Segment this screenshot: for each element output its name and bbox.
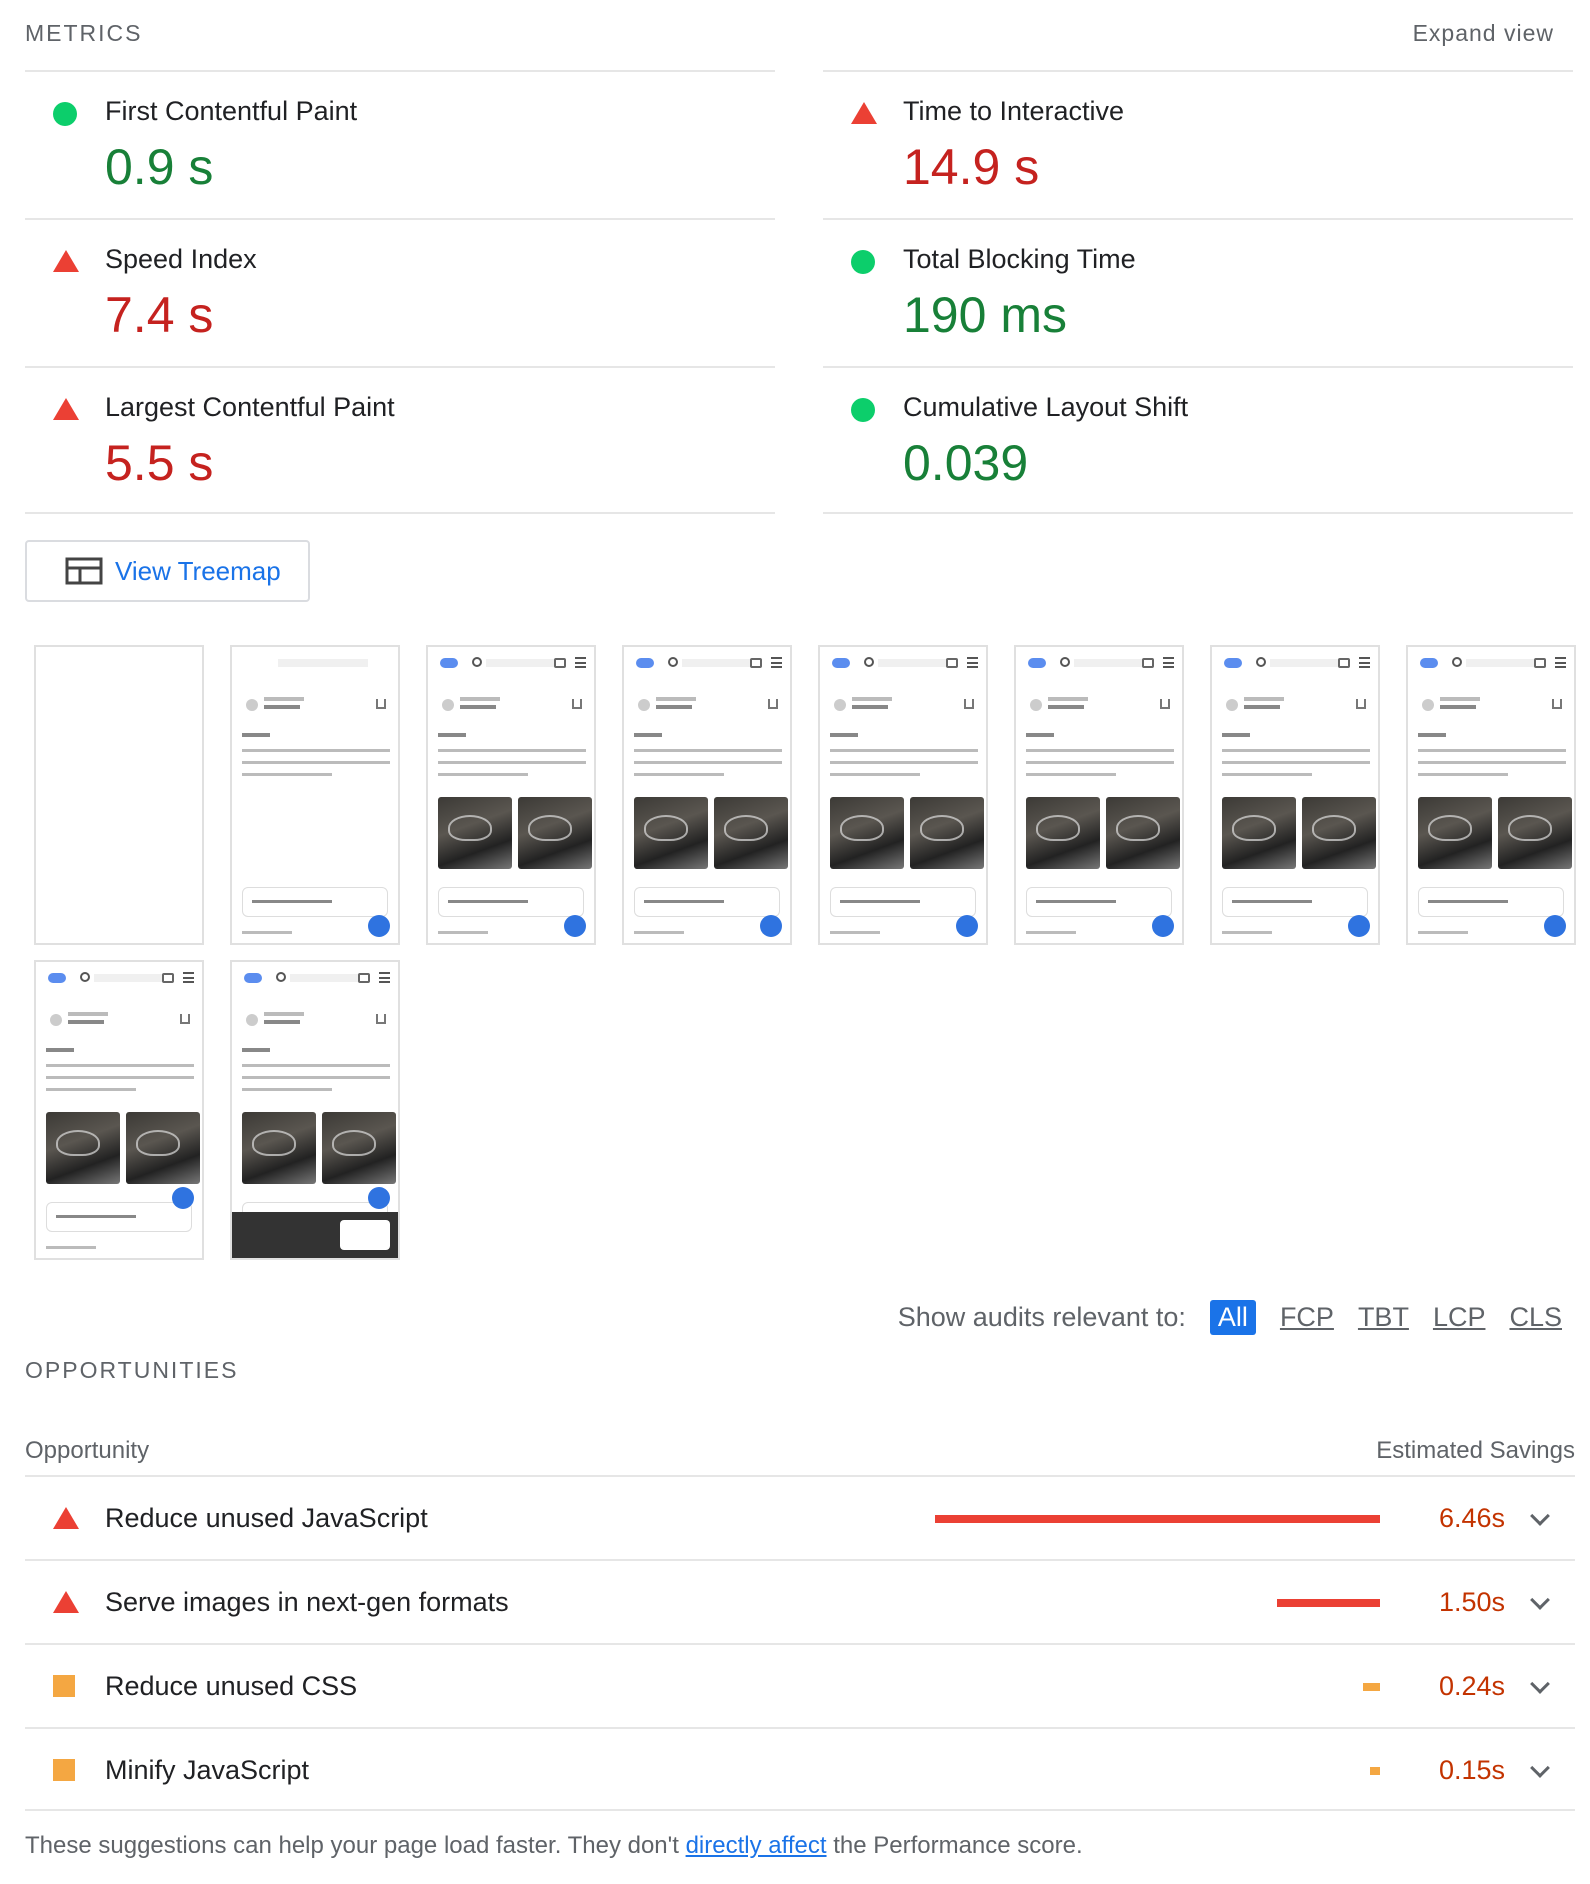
metric-total-blocking-time: Total Blocking Time 190 ms [823, 218, 1573, 366]
opportunity-savings: 6.46s [1438, 1503, 1505, 1533]
metric-largest-contentful-paint: Largest Contentful Paint 5.5 s [25, 366, 775, 514]
chevron-down-icon[interactable] [1530, 1758, 1550, 1778]
filmstrip-frame [34, 645, 204, 945]
filter-chip-lcp[interactable]: LCP [1433, 1302, 1486, 1333]
opportunity-reduce-unused-css[interactable]: Reduce unused CSS 0.24s [25, 1643, 1575, 1727]
opportunity-title: Reduce unused CSS [105, 1671, 358, 1701]
fail-triangle-icon [53, 1507, 79, 1529]
metric-title: Speed Index [105, 244, 257, 274]
metric-value: 0.9 s [105, 139, 214, 195]
metric-value: 0.039 [903, 435, 1029, 491]
metric-time-to-interactive: Time to Interactive 14.9 s [823, 70, 1573, 218]
opportunity-savings: 0.15s [1438, 1755, 1505, 1785]
metric-title: Time to Interactive [903, 96, 1125, 126]
opportunity-reduce-unused-javascript[interactable]: Reduce unused JavaScript 6.46s [25, 1475, 1575, 1559]
estimated-savings-column-header: Estimated Savings [1376, 1437, 1575, 1464]
metric-title: Total Blocking Time [903, 244, 1136, 274]
opportunities-column-headers: Opportunity Estimated Savings [25, 1437, 1575, 1477]
opportunity-column-header: Opportunity [25, 1437, 150, 1464]
filmstrip-frame [818, 645, 988, 945]
metric-speed-index: Speed Index 7.4 s [25, 218, 775, 366]
filmstrip-frame [1210, 645, 1380, 945]
filmstrip-frame [230, 960, 400, 1260]
opportunity-minify-javascript[interactable]: Minify JavaScript 0.15s [25, 1727, 1575, 1811]
savings-bar [1363, 1683, 1380, 1691]
filmstrip-frame [426, 645, 596, 945]
expand-view-link[interactable]: Expand view [1413, 20, 1554, 47]
filmstrip-frame [34, 960, 204, 1260]
metric-title: Cumulative Layout Shift [903, 392, 1189, 422]
filmstrip-frame [622, 645, 792, 945]
metrics-column-left: First Contentful Paint 0.9 s Speed Index… [25, 70, 775, 514]
view-treemap-label: View Treemap [115, 555, 281, 586]
pass-circle-icon [851, 250, 875, 274]
opportunity-savings: 0.24s [1438, 1671, 1505, 1701]
metrics-column-right: Time to Interactive 14.9 s Total Blockin… [823, 70, 1573, 514]
metric-title: First Contentful Paint [105, 96, 358, 126]
filter-chip-cls[interactable]: CLS [1509, 1302, 1562, 1333]
metric-value: 7.4 s [105, 287, 214, 343]
metric-value: 5.5 s [105, 435, 214, 491]
filmstrip-frame [1406, 645, 1576, 945]
opportunity-title: Serve images in next-gen formats [105, 1587, 509, 1617]
filmstrip-frame [230, 645, 400, 945]
chevron-down-icon[interactable] [1530, 1590, 1550, 1610]
metric-value: 14.9 s [903, 139, 1040, 195]
opportunity-next-gen-images[interactable]: Serve images in next-gen formats 1.50s [25, 1559, 1575, 1643]
metric-value: 190 ms [903, 287, 1067, 343]
metric-cumulative-layout-shift: Cumulative Layout Shift 0.039 [823, 366, 1573, 514]
view-treemap-button[interactable]: View Treemap [25, 540, 310, 602]
opportunities-list: Reduce unused JavaScript 6.46s Serve ima… [25, 1475, 1575, 1811]
treemap-icon [65, 557, 103, 585]
opportunity-savings: 1.50s [1438, 1587, 1505, 1617]
metric-first-contentful-paint: First Contentful Paint 0.9 s [25, 70, 775, 218]
opportunities-footer-note: These suggestions can help your page loa… [25, 1832, 1083, 1860]
pass-circle-icon [851, 398, 875, 422]
filter-chip-tbt[interactable]: TBT [1358, 1302, 1409, 1333]
audit-filter-label: Show audits relevant to: [897, 1302, 1186, 1332]
fail-triangle-icon [53, 398, 79, 422]
fail-triangle-icon [53, 1591, 79, 1613]
filter-chip-all[interactable]: All [1209, 1300, 1256, 1335]
savings-bar [1370, 1767, 1380, 1775]
chevron-down-icon[interactable] [1530, 1674, 1550, 1694]
footer-text-before: These suggestions can help your page loa… [25, 1832, 686, 1859]
audit-filter: Show audits relevant to: All FCP TBT LCP… [898, 1300, 1562, 1335]
fail-triangle-icon [53, 250, 79, 274]
filter-chip-fcp[interactable]: FCP [1280, 1302, 1334, 1333]
average-square-icon [53, 1675, 75, 1697]
savings-bar [1277, 1599, 1380, 1607]
fail-triangle-icon [851, 102, 877, 126]
opportunity-title: Minify JavaScript [105, 1755, 310, 1785]
metrics-header: METRICS [25, 20, 143, 46]
opportunities-header: OPPORTUNITIES [25, 1357, 239, 1383]
filmstrip-frame [1014, 645, 1184, 945]
directly-affect-link[interactable]: directly affect [686, 1832, 827, 1859]
opportunity-title: Reduce unused JavaScript [105, 1503, 428, 1533]
average-square-icon [53, 1759, 75, 1781]
pass-circle-icon [53, 102, 77, 126]
footer-text-after: the Performance score. [826, 1832, 1083, 1859]
savings-bar [935, 1515, 1380, 1523]
chevron-down-icon[interactable] [1530, 1506, 1550, 1526]
metric-title: Largest Contentful Paint [105, 392, 395, 422]
